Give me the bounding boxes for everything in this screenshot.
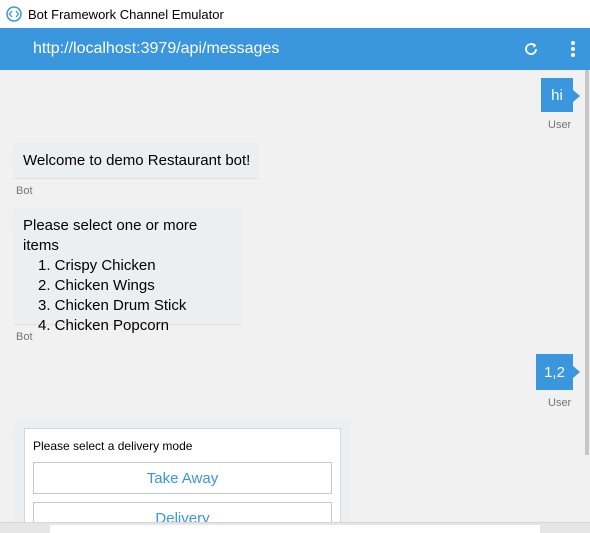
message-input[interactable] — [50, 525, 540, 533]
message-text: hi — [551, 86, 563, 104]
emulator-logo-icon — [6, 6, 22, 22]
take-away-button[interactable]: Take Away — [33, 462, 332, 494]
message-text: Please select one or more items — [23, 217, 198, 254]
window-titlebar: Bot Framework Channel Emulator — [0, 0, 590, 28]
card-prompt: Please select a delivery mode — [33, 439, 193, 453]
chat-scrollbar[interactable] — [584, 70, 590, 522]
scrollbar-thumb[interactable] — [585, 70, 589, 455]
sender-label: Bot — [16, 185, 33, 197]
list-item: 2. Chicken Wings — [38, 277, 155, 294]
list-item: 3. Chicken Drum Stick — [38, 297, 187, 314]
message-text: Welcome to demo Restaurant bot! — [23, 151, 251, 169]
hero-card: Please select a delivery mode Take Away … — [24, 428, 341, 522]
list-item: 1. Crispy Chicken — [38, 257, 156, 274]
delivery-button[interactable]: Delivery — [33, 502, 332, 522]
item-list: 1. Crispy Chicken 2. Chicken Wings 3. Ch… — [23, 256, 232, 336]
user-message-bubble[interactable]: hi — [541, 78, 580, 112]
window-title: Bot Framework Channel Emulator — [28, 6, 224, 22]
message-input-bar — [0, 522, 590, 533]
bot-message-bubble[interactable]: Please select one or more items 1. Crisp… — [8, 208, 241, 334]
sender-label: User — [548, 119, 572, 131]
list-item: 4. Chicken Popcorn — [38, 317, 169, 334]
sender-label: Bot — [16, 331, 33, 343]
chat-transcript[interactable]: hi User Welcome to demo Restaurant bot! … — [0, 70, 584, 522]
sender-label: User — [548, 397, 572, 409]
more-vertical-icon[interactable] — [562, 38, 584, 60]
bot-message-bubble[interactable]: Welcome to demo Restaurant bot! — [8, 142, 258, 178]
endpoint-url[interactable]: http://localhost:3979/api/messages — [33, 40, 520, 58]
user-message-bubble[interactable]: 1,2 — [536, 354, 580, 390]
bot-card-message: Please select a delivery mode Take Away … — [8, 420, 350, 522]
address-bar: http://localhost:3979/api/messages — [0, 28, 590, 70]
message-text: 1,2 — [544, 363, 565, 381]
refresh-icon[interactable] — [520, 38, 542, 60]
